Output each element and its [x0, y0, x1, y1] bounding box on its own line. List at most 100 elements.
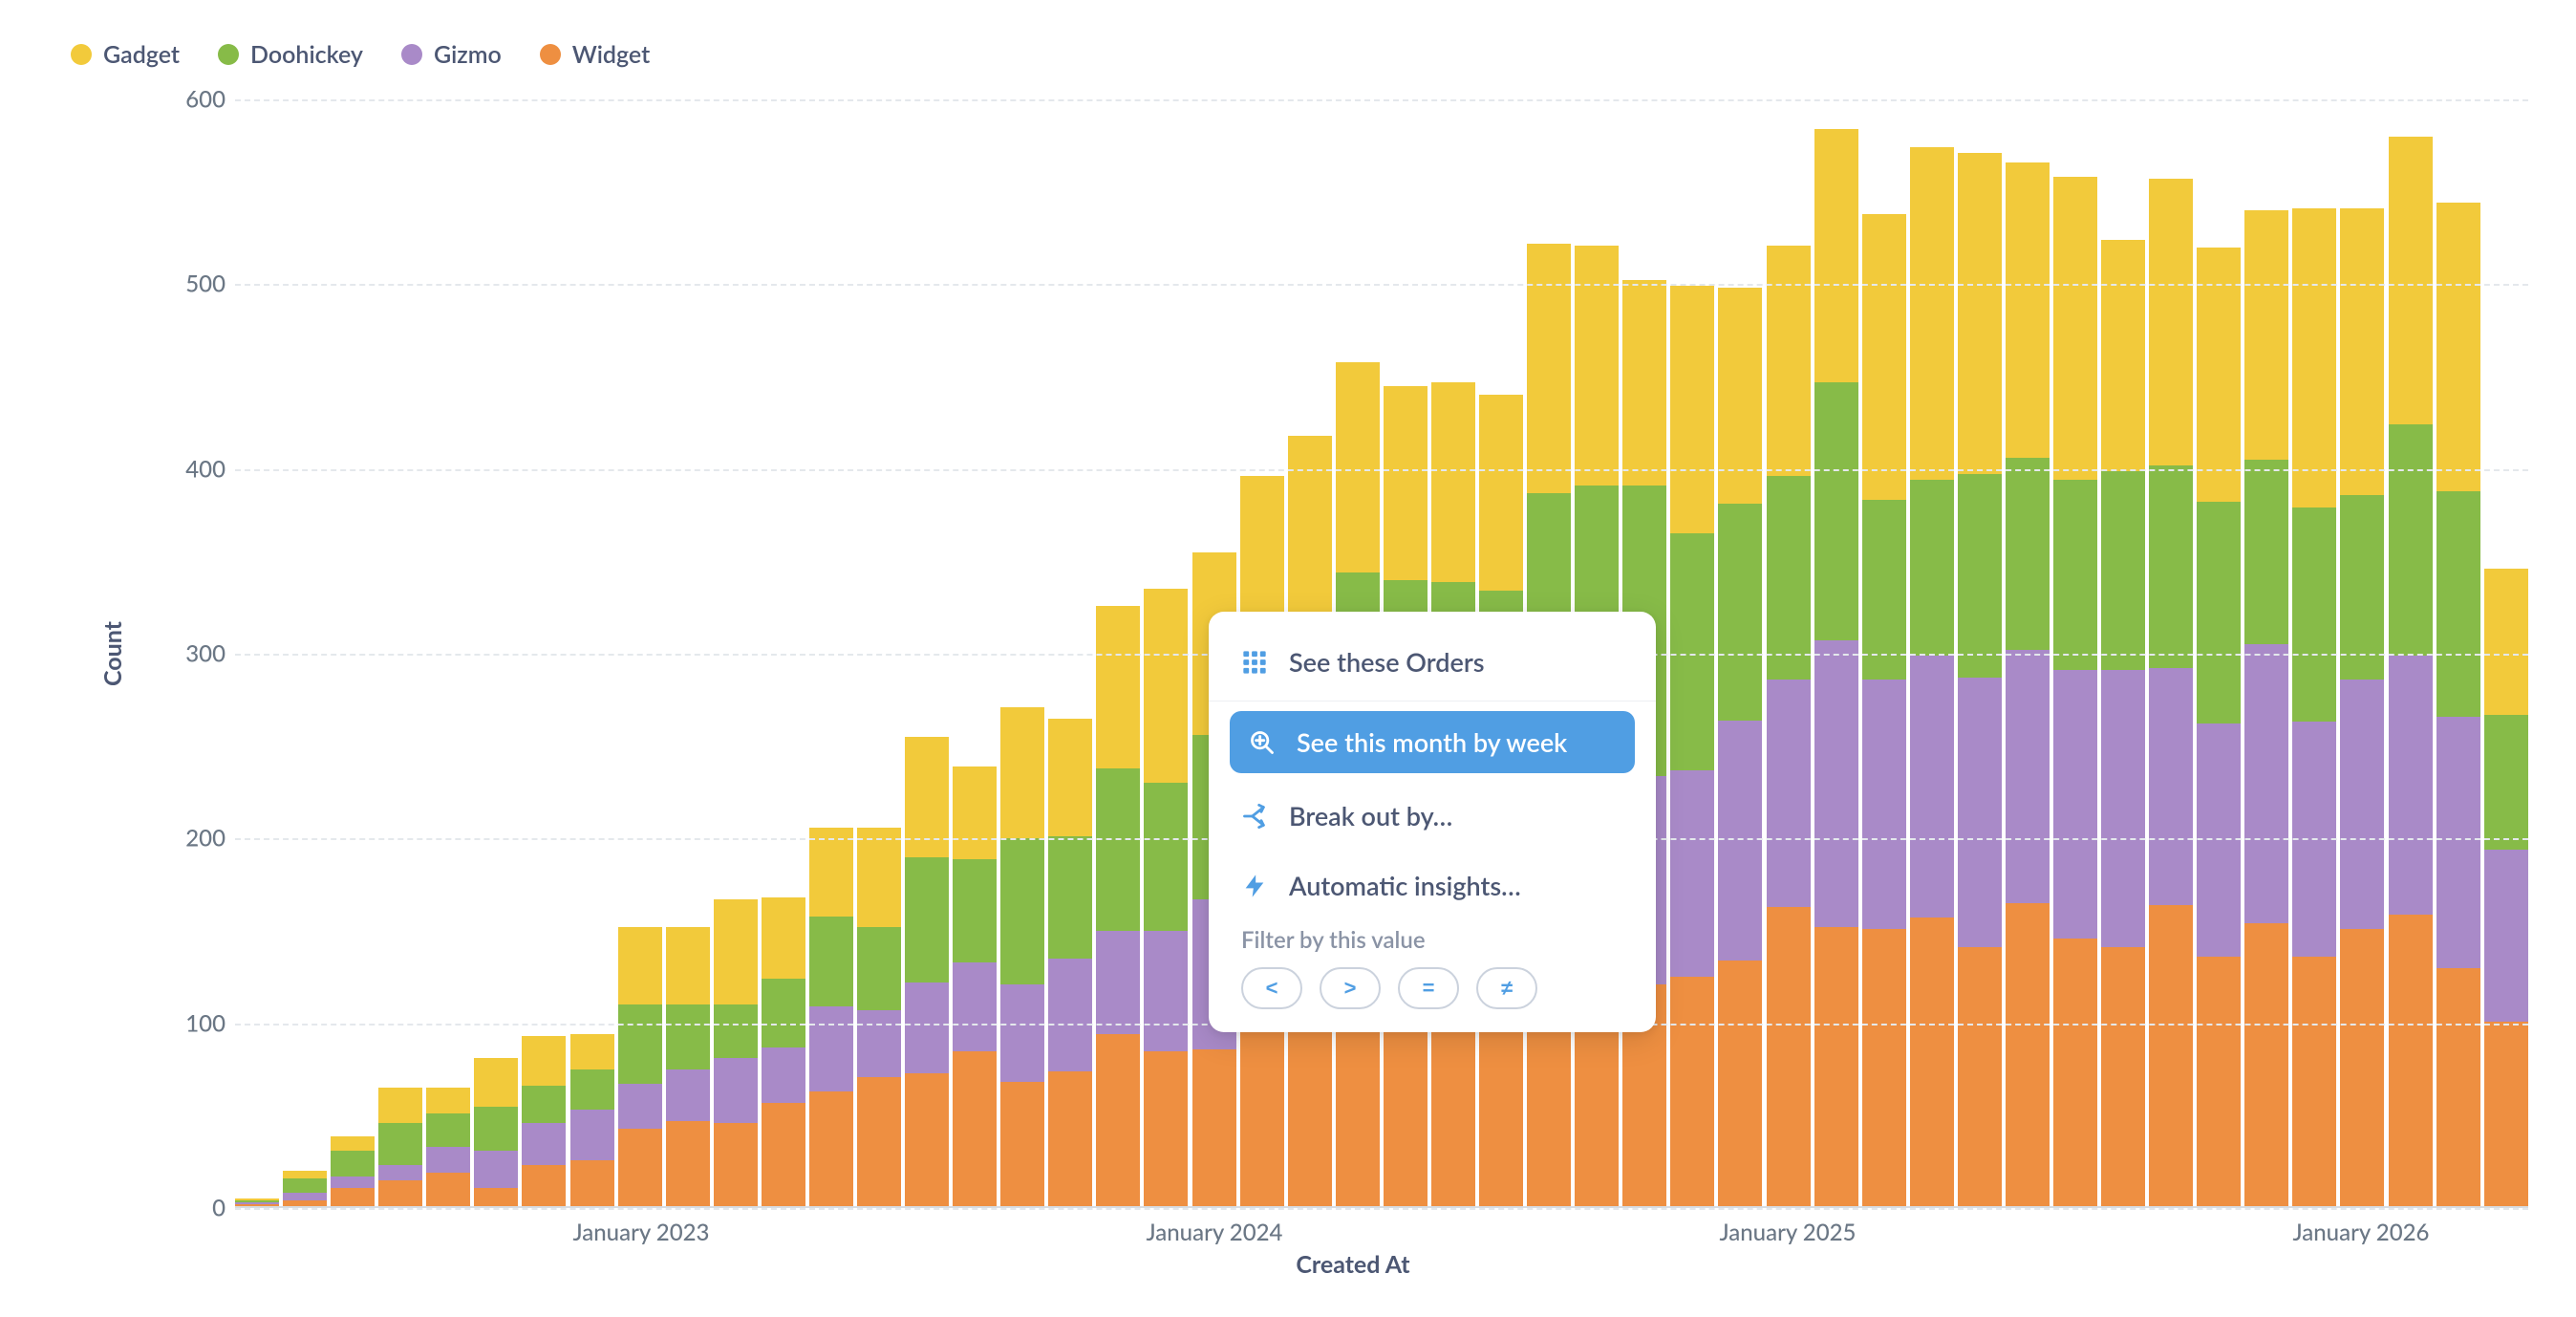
bar-column[interactable] [1910, 147, 1954, 1206]
bar-segment-doohickey[interactable] [1144, 783, 1188, 931]
bar-column[interactable] [1000, 707, 1044, 1206]
bar-segment-doohickey[interactable] [426, 1113, 470, 1147]
bar-segment-doohickey[interactable] [1048, 836, 1092, 959]
bar-column[interactable] [1670, 286, 1714, 1206]
bar-segment-widget[interactable] [331, 1188, 375, 1206]
bar-segment-gadget[interactable] [2244, 210, 2288, 460]
bar-segment-gizmo[interactable] [1670, 770, 1714, 978]
bar-segment-gadget[interactable] [1144, 589, 1188, 783]
bar-column[interactable] [1814, 129, 1858, 1206]
filter-op-gt[interactable]: > [1320, 967, 1381, 1009]
bar-column[interactable] [905, 737, 949, 1206]
bar-segment-gadget[interactable] [2436, 203, 2480, 491]
bar-column[interactable] [2436, 203, 2480, 1206]
bar-segment-gadget[interactable] [1622, 280, 1666, 486]
bar-segment-gadget[interactable] [2006, 162, 2050, 458]
bar-segment-gizmo[interactable] [2149, 668, 2193, 904]
bar-segment-doohickey[interactable] [378, 1123, 422, 1165]
bar-segment-doohickey[interactable] [1767, 476, 1811, 680]
bar-segment-gadget[interactable] [426, 1088, 470, 1113]
bar-segment-widget[interactable] [474, 1188, 518, 1206]
legend-item-doohickey[interactable]: Doohickey [218, 40, 363, 69]
bar-segment-doohickey[interactable] [905, 857, 949, 982]
bar-segment-gizmo[interactable] [2244, 644, 2288, 923]
bar-segment-widget[interactable] [1096, 1034, 1140, 1206]
bar-column[interactable] [378, 1088, 422, 1206]
bar-segment-doohickey[interactable] [857, 927, 901, 1010]
bar-segment-gadget[interactable] [1048, 719, 1092, 837]
bar-segment-doohickey[interactable] [2292, 507, 2336, 722]
bar-column[interactable] [474, 1058, 518, 1206]
bar-segment-widget[interactable] [426, 1173, 470, 1206]
bar-segment-gadget[interactable] [283, 1171, 327, 1178]
bar-segment-widget[interactable] [2101, 947, 2145, 1206]
bar-segment-gadget[interactable] [331, 1136, 375, 1151]
filter-op-ne[interactable]: ≠ [1476, 967, 1537, 1009]
bar-segment-gizmo[interactable] [953, 962, 997, 1051]
bar-segment-widget[interactable] [283, 1200, 327, 1206]
bar-segment-widget[interactable] [2197, 957, 2241, 1206]
bar-segment-doohickey[interactable] [714, 1004, 758, 1058]
bar-segment-widget[interactable] [2389, 915, 2433, 1206]
bar-column[interactable] [953, 766, 997, 1206]
bar-segment-doohickey[interactable] [1814, 382, 1858, 641]
bar-segment-doohickey[interactable] [2197, 502, 2241, 723]
bar-column[interactable] [235, 1198, 279, 1206]
bar-segment-gizmo[interactable] [2484, 850, 2528, 1022]
bar-segment-widget[interactable] [522, 1165, 566, 1206]
bar-segment-doohickey[interactable] [1910, 480, 1954, 656]
bar-segment-gadget[interactable] [2149, 179, 2193, 465]
bar-segment-doohickey[interactable] [2244, 460, 2288, 644]
bar-segment-gizmo[interactable] [2006, 650, 2050, 903]
bar-segment-doohickey[interactable] [1670, 533, 1714, 769]
bar-column[interactable] [1862, 214, 1906, 1206]
bar-segment-gadget[interactable] [2484, 569, 2528, 715]
bar-column[interactable] [2053, 177, 2097, 1206]
bar-segment-widget[interactable] [235, 1204, 279, 1206]
bar-segment-gadget[interactable] [1910, 147, 1954, 480]
bar-segment-gadget[interactable] [1767, 246, 1811, 477]
bar-segment-widget[interactable] [2484, 1022, 2528, 1206]
bar-segment-gadget[interactable] [570, 1034, 614, 1069]
bar-segment-gadget[interactable] [1958, 153, 2002, 474]
bar-segment-gadget[interactable] [1431, 382, 1475, 582]
bar-segment-doohickey[interactable] [570, 1069, 614, 1111]
bar-segment-gadget[interactable] [378, 1088, 422, 1123]
bar-segment-gizmo[interactable] [1144, 931, 1188, 1051]
bar-segment-gadget[interactable] [714, 899, 758, 1004]
bar-segment-gadget[interactable] [474, 1058, 518, 1106]
bar-column[interactable] [1144, 589, 1188, 1206]
bar-segment-gizmo[interactable] [426, 1147, 470, 1173]
bar-segment-widget[interactable] [1144, 1051, 1188, 1206]
bar-segment-gizmo[interactable] [2340, 680, 2384, 929]
bar-segment-widget[interactable] [1192, 1049, 1236, 1206]
bar-column[interactable] [2292, 208, 2336, 1206]
bar-segment-doohickey[interactable] [953, 859, 997, 962]
legend-item-gadget[interactable]: Gadget [71, 40, 180, 69]
bar-segment-gizmo[interactable] [857, 1010, 901, 1077]
bar-column[interactable] [1767, 246, 1811, 1206]
bar-column[interactable] [2389, 137, 2433, 1206]
bar-column[interactable] [426, 1088, 470, 1206]
bar-segment-doohickey[interactable] [1096, 768, 1140, 931]
bar-segment-doohickey[interactable] [1718, 504, 1762, 720]
bar-segment-widget[interactable] [2053, 939, 2097, 1206]
bar-segment-gadget[interactable] [1862, 214, 1906, 501]
bar-segment-widget[interactable] [618, 1129, 662, 1206]
bar-segment-gadget[interactable] [2389, 137, 2433, 425]
bar-segment-gizmo[interactable] [283, 1193, 327, 1200]
bar-column[interactable] [2149, 179, 2193, 1206]
bar-column[interactable] [1048, 719, 1092, 1206]
bar-segment-widget[interactable] [666, 1121, 710, 1206]
bar-segment-widget[interactable] [2292, 957, 2336, 1206]
filter-op-lt[interactable]: < [1241, 967, 1302, 1009]
bar-segment-gizmo[interactable] [714, 1058, 758, 1123]
bar-segment-gizmo[interactable] [618, 1084, 662, 1128]
bar-segment-doohickey[interactable] [762, 979, 805, 1047]
bar-column[interactable] [666, 927, 710, 1206]
bar-segment-gadget[interactable] [522, 1036, 566, 1086]
bar-segment-gizmo[interactable] [809, 1006, 853, 1091]
bar-segment-gizmo[interactable] [666, 1069, 710, 1121]
bar-segment-widget[interactable] [2244, 923, 2288, 1206]
bar-column[interactable] [2197, 248, 2241, 1206]
